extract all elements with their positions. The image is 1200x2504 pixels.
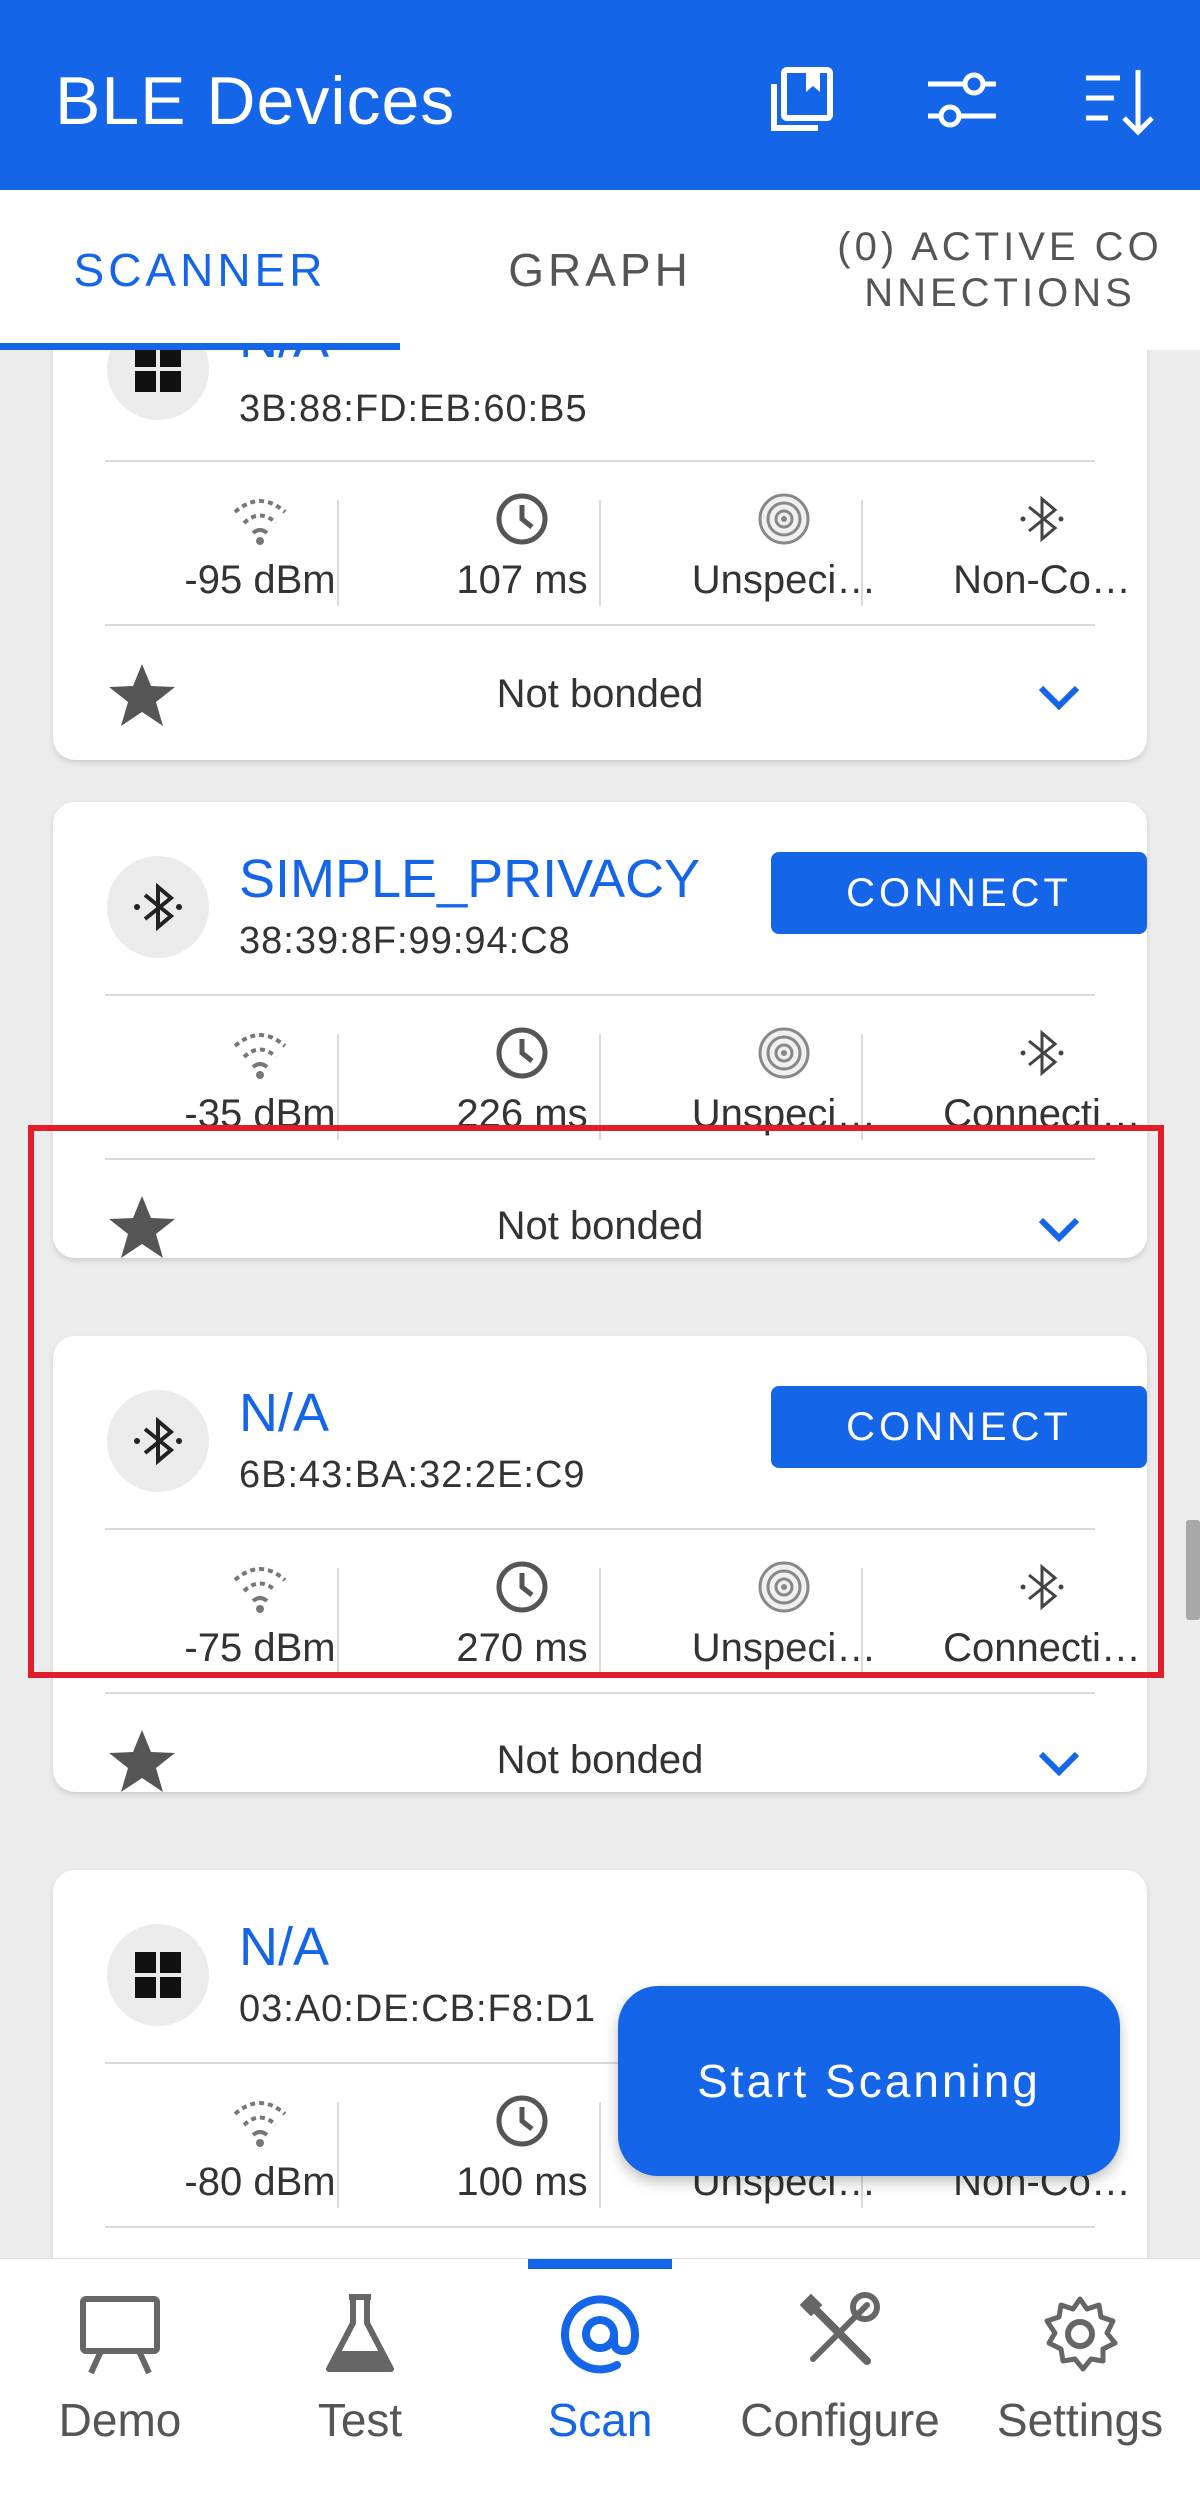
divider <box>599 2102 601 2208</box>
device-list[interactable]: N/A 3B:88:FD:EB:60:B5 -95 dBm 107 ms Uns… <box>0 350 1200 2258</box>
divider <box>861 500 863 606</box>
interval-value: 107 ms <box>456 558 588 602</box>
wifi-icon <box>233 499 287 545</box>
nav-label: Settings <box>996 2394 1164 2446</box>
rssi-stat: -80 dBm <box>129 2092 391 2205</box>
beacon-icon <box>758 493 810 545</box>
bookmarks-icon[interactable] <box>760 62 840 142</box>
connectable-stat: Non-Co… <box>911 490 1173 603</box>
tab-active-connections[interactable]: (0) ACTIVE CO NNECTIONS <box>800 190 1200 350</box>
tab-indicator <box>0 343 400 350</box>
divider <box>105 1692 1095 1694</box>
bluetooth-icon <box>1020 495 1064 543</box>
flask-icon <box>326 2294 394 2372</box>
divider <box>337 2102 339 2208</box>
clock-icon <box>496 1027 548 1079</box>
device-address: 3B:88:FD:EB:60:B5 <box>239 388 588 430</box>
scrollbar-thumb[interactable] <box>1186 1520 1200 1620</box>
connectable-value: Non-Co… <box>953 558 1131 602</box>
bluetooth-icon <box>107 856 209 958</box>
bond-status: Not bonded <box>496 672 704 716</box>
nav-configure[interactable]: Configure <box>720 2289 960 2447</box>
chevron-down-icon[interactable] <box>1031 1734 1087 1790</box>
device-card[interactable]: N/A 3B:88:FD:EB:60:B5 -95 dBm 107 ms Uns… <box>53 350 1147 760</box>
presentation-board-icon <box>80 2296 160 2375</box>
at-sign-icon <box>561 2295 640 2374</box>
rssi-value: -95 dBm <box>184 558 336 602</box>
bluetooth-icon <box>1020 1029 1064 1077</box>
clock-icon <box>496 2095 548 2147</box>
wifi-icon <box>233 1033 287 1079</box>
interval-stat: 226 ms <box>391 1024 653 1137</box>
tab-scanner[interactable]: SCANNER <box>0 190 400 350</box>
nav-demo[interactable]: Demo <box>0 2289 240 2447</box>
divider <box>105 624 1095 626</box>
divider <box>105 460 1095 462</box>
device-name[interactable]: N/A <box>239 350 329 370</box>
divider <box>599 500 601 606</box>
beacon-stat: Unspeci… <box>653 490 915 603</box>
bottom-nav: Demo Test Scan Configure Settings <box>0 2258 1200 2504</box>
interval-stat: 100 ms <box>391 2092 653 2205</box>
connectable-stat: Connecti… <box>911 1024 1173 1137</box>
rssi-stat: -95 dBm <box>129 490 391 603</box>
divider <box>105 994 1095 996</box>
tab-graph[interactable]: GRAPH <box>400 190 800 350</box>
beacon-icon <box>758 1027 810 1079</box>
rssi-value: -80 dBm <box>184 2160 336 2204</box>
windows-icon <box>107 350 209 420</box>
tools-icon <box>799 2292 880 2365</box>
nav-test[interactable]: Test <box>240 2289 480 2447</box>
nav-scan[interactable]: Scan <box>480 2289 720 2447</box>
filter-sliders-icon[interactable] <box>922 62 1002 142</box>
connect-button[interactable]: CONNECT <box>771 852 1147 934</box>
nav-label: Scan <box>547 2394 653 2446</box>
sort-icon[interactable] <box>1080 62 1160 142</box>
nav-label: Test <box>317 2394 403 2446</box>
rssi-stat: -35 dBm <box>129 1024 391 1137</box>
interval-value: 100 ms <box>456 2160 588 2204</box>
divider <box>105 2226 1095 2228</box>
app-bar: BLE Devices <box>0 0 1200 190</box>
wifi-icon <box>233 2101 287 2147</box>
beacon-value: Unspeci… <box>691 558 877 602</box>
tab-bar: SCANNER GRAPH (0) ACTIVE CO NNECTIONS <box>0 190 1200 350</box>
nav-active-indicator <box>528 2259 672 2269</box>
beacon-stat: Unspeci… <box>653 1024 915 1137</box>
gear-icon <box>1044 2296 1118 2372</box>
bond-status: Not bonded <box>496 1738 704 1782</box>
interval-stat: 107 ms <box>391 490 653 603</box>
device-name[interactable]: N/A <box>239 1916 329 1978</box>
nav-label: Configure <box>740 2394 940 2446</box>
device-name[interactable]: SIMPLE_PRIVACY <box>239 848 700 910</box>
start-scanning-button[interactable]: Start Scanning <box>618 1986 1120 2176</box>
divider <box>337 500 339 606</box>
device-address: 03:A0:DE:CB:F8:D1 <box>239 1988 597 2030</box>
nav-label: Demo <box>58 2394 182 2446</box>
chevron-down-icon[interactable] <box>1031 668 1087 724</box>
selection-highlight <box>28 1125 1164 1678</box>
clock-icon <box>496 493 548 545</box>
nav-settings[interactable]: Settings <box>960 2289 1200 2447</box>
device-address: 38:39:8F:99:94:C8 <box>239 920 571 962</box>
windows-icon <box>107 1924 209 2026</box>
app-title: BLE Devices <box>55 63 456 139</box>
